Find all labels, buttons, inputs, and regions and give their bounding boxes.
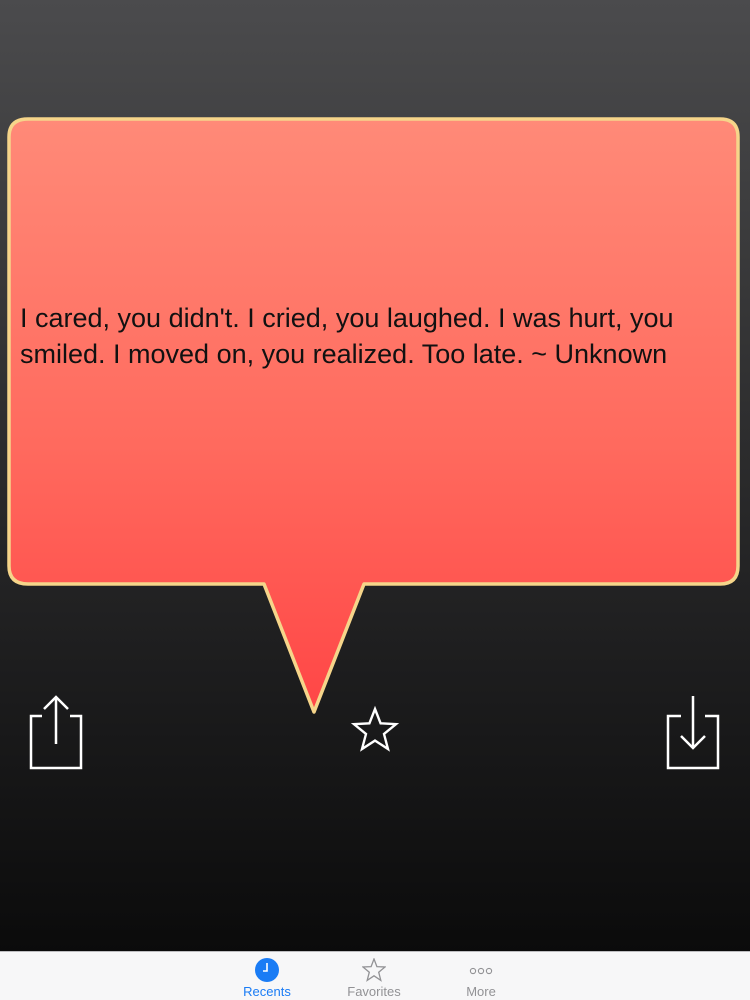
tab-favorites[interactable]: Favorites: [319, 952, 429, 1000]
tab-recents-label: Recents: [243, 984, 291, 999]
clock-icon: [255, 958, 279, 982]
star-icon: [362, 958, 386, 982]
star-outline-icon: [350, 705, 400, 752]
quote-screen: I cared, you didn't. I cried, you laughe…: [0, 0, 750, 1000]
tab-more[interactable]: More: [426, 952, 536, 1000]
tab-favorites-label: Favorites: [347, 984, 401, 999]
save-button[interactable]: [661, 692, 727, 772]
tab-recents[interactable]: Recents: [212, 952, 322, 1000]
share-button[interactable]: [22, 692, 88, 772]
tab-bar: Recents Favorites More: [0, 951, 750, 1000]
share-icon: [29, 695, 83, 770]
download-icon: [666, 696, 720, 770]
tab-more-label: More: [466, 984, 496, 999]
more-dots-icon: [469, 967, 493, 975]
favorite-button[interactable]: [348, 705, 402, 757]
quote-text: I cared, you didn't. I cried, you laughe…: [20, 303, 674, 369]
